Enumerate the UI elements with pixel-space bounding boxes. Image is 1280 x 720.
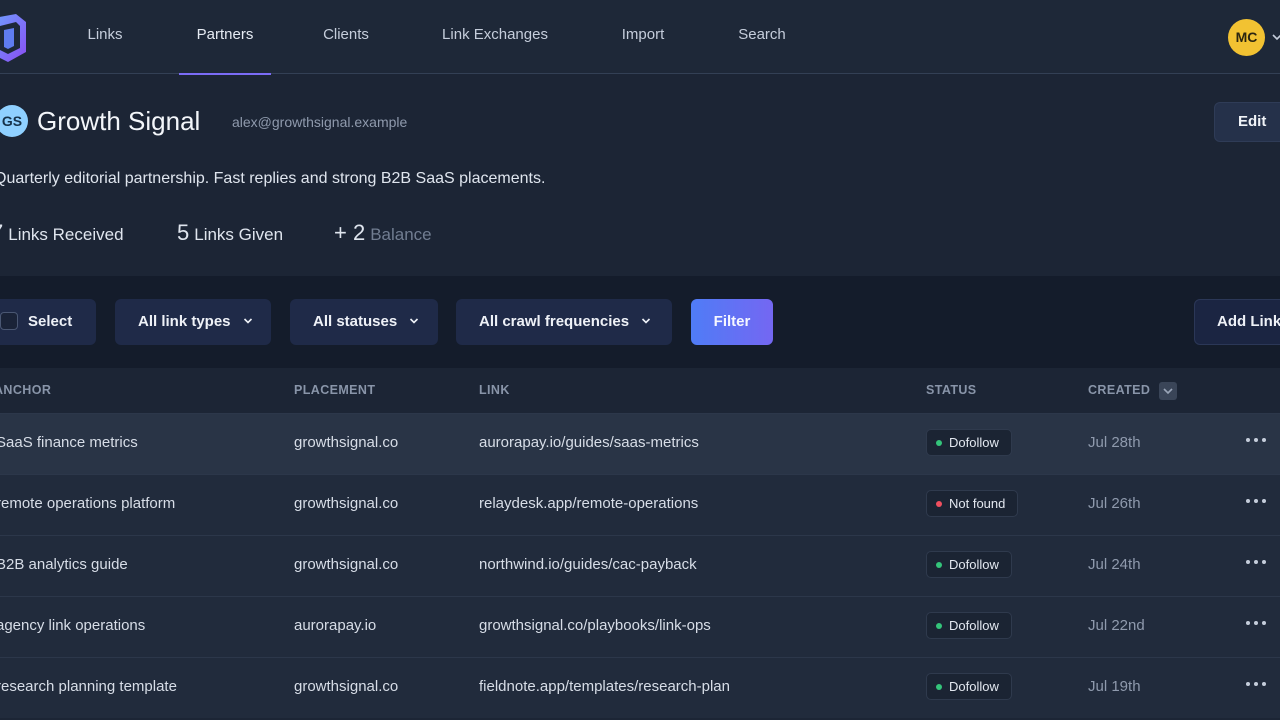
status-badge: Dofollow xyxy=(926,429,1012,456)
status-badge: Not found xyxy=(926,490,1019,517)
cell-anchor: remote operations platform xyxy=(0,495,176,512)
stat-balance-value: + 2 xyxy=(334,220,366,245)
add-link-button[interactable]: Add Link xyxy=(1194,299,1280,345)
cell-placement[interactable]: aurorapay.io xyxy=(294,597,376,655)
cell-anchor: agency link operations xyxy=(0,617,146,634)
more-horizontal-icon[interactable] xyxy=(1245,678,1267,690)
status-badge: Dofollow xyxy=(926,551,1012,578)
table-row[interactable]: remote operations platform growthsignal.… xyxy=(0,474,1280,535)
cell-anchor: SaaS finance metrics xyxy=(0,434,138,451)
stat-balance: + 2 Balance xyxy=(334,220,432,246)
column-created[interactable]: CREATED xyxy=(1088,368,1150,413)
table-row[interactable]: SaaS finance metrics growthsignal.co aur… xyxy=(0,413,1280,474)
top-navigation: Links Partners Clients Link Exchanges Im… xyxy=(0,0,1280,75)
partner-name: Growth Signal xyxy=(37,106,201,136)
cell-placement[interactable]: growthsignal.co xyxy=(294,658,398,716)
crawl-frequency-label: All crawl frequencies xyxy=(479,313,630,330)
cell-created: Jul 24th xyxy=(1088,556,1141,573)
stat-links-received: 7 Links Received xyxy=(0,220,124,246)
chevron-down-icon[interactable] xyxy=(1270,30,1280,44)
status-badge: Dofollow xyxy=(926,673,1012,700)
cell-anchor: B2B analytics guide xyxy=(0,556,128,573)
nav-clients[interactable]: Clients xyxy=(318,0,374,74)
link-types-label: All link types xyxy=(138,313,231,330)
crawl-frequency-dropdown[interactable]: All crawl frequencies xyxy=(456,299,672,345)
nav-links[interactable]: Links xyxy=(87,0,123,74)
column-anchor[interactable]: ANCHOR xyxy=(0,368,51,413)
app-logo-icon[interactable] xyxy=(0,12,30,64)
more-horizontal-icon[interactable] xyxy=(1245,495,1267,507)
cell-link[interactable]: fieldnote.app/templates/research-plan xyxy=(479,658,730,716)
nav-partners[interactable]: Partners xyxy=(179,0,271,75)
column-status[interactable]: STATUS xyxy=(926,368,977,413)
edit-button[interactable]: Edit xyxy=(1214,102,1280,142)
cell-created: Jul 26th xyxy=(1088,495,1141,512)
stat-received-label: Links Received xyxy=(8,225,124,244)
filter-button[interactable]: Filter xyxy=(691,299,773,345)
table-row[interactable]: agency link operations aurorapay.io grow… xyxy=(0,596,1280,657)
chevron-down-icon xyxy=(642,317,651,324)
link-types-dropdown[interactable]: All link types xyxy=(115,299,271,345)
select-button[interactable]: Select xyxy=(0,299,96,345)
nav-search[interactable]: Search xyxy=(734,0,790,74)
statuses-label: All statuses xyxy=(313,313,398,330)
checkbox-icon[interactable] xyxy=(0,311,18,330)
stat-links-given: 5 Links Given xyxy=(177,220,283,246)
partner-avatar: GS xyxy=(0,105,28,137)
cell-placement[interactable]: growthsignal.co xyxy=(294,536,398,594)
cell-placement[interactable]: growthsignal.co xyxy=(294,414,398,472)
cell-created: Jul 28th xyxy=(1088,434,1141,451)
partner-description: Quarterly editorial partnership. Fast re… xyxy=(0,170,546,187)
cell-placement[interactable]: growthsignal.co xyxy=(294,475,398,533)
stat-balance-label: Balance xyxy=(370,225,432,244)
select-label: Select xyxy=(28,313,73,330)
stat-received-count: 7 xyxy=(0,220,3,245)
column-placement[interactable]: PLACEMENT xyxy=(294,368,375,413)
nav-link-exchanges[interactable]: Link Exchanges xyxy=(436,0,554,74)
cell-link[interactable]: northwind.io/guides/cac-payback xyxy=(479,536,697,594)
more-horizontal-icon[interactable] xyxy=(1245,434,1267,446)
cell-created: Jul 19th xyxy=(1088,678,1141,695)
cell-link[interactable]: growthsignal.co/playbooks/link-ops xyxy=(479,597,711,655)
statuses-dropdown[interactable]: All statuses xyxy=(290,299,438,345)
column-link[interactable]: LINK xyxy=(479,368,510,413)
partner-email: alex@growthsignal.example xyxy=(232,114,408,130)
chevron-down-icon xyxy=(243,317,252,324)
table-header: ANCHOR PLACEMENT LINK STATUS CREATED xyxy=(0,368,1280,413)
more-horizontal-icon[interactable] xyxy=(1245,617,1267,629)
table-row[interactable]: research planning template growthsignal.… xyxy=(0,657,1280,718)
chevron-down-icon xyxy=(410,317,419,324)
cell-link[interactable]: relaydesk.app/remote-operations xyxy=(479,475,698,533)
stat-given-label: Links Given xyxy=(194,225,284,244)
status-badge: Dofollow xyxy=(926,612,1012,639)
cell-link[interactable]: aurorapay.io/guides/saas-metrics xyxy=(479,414,699,472)
table-row[interactable]: B2B analytics guide growthsignal.co nort… xyxy=(0,535,1280,596)
filter-toolbar: Select All link types All statuses All c… xyxy=(0,276,1280,368)
user-avatar[interactable]: MC xyxy=(1228,19,1265,56)
more-horizontal-icon[interactable] xyxy=(1245,556,1267,568)
cell-created: Jul 22nd xyxy=(1088,617,1145,634)
cell-anchor: research planning template xyxy=(0,678,177,695)
nav-import[interactable]: Import xyxy=(616,0,670,74)
stat-given-count: 5 xyxy=(177,220,190,245)
sort-icon[interactable] xyxy=(1159,382,1177,400)
